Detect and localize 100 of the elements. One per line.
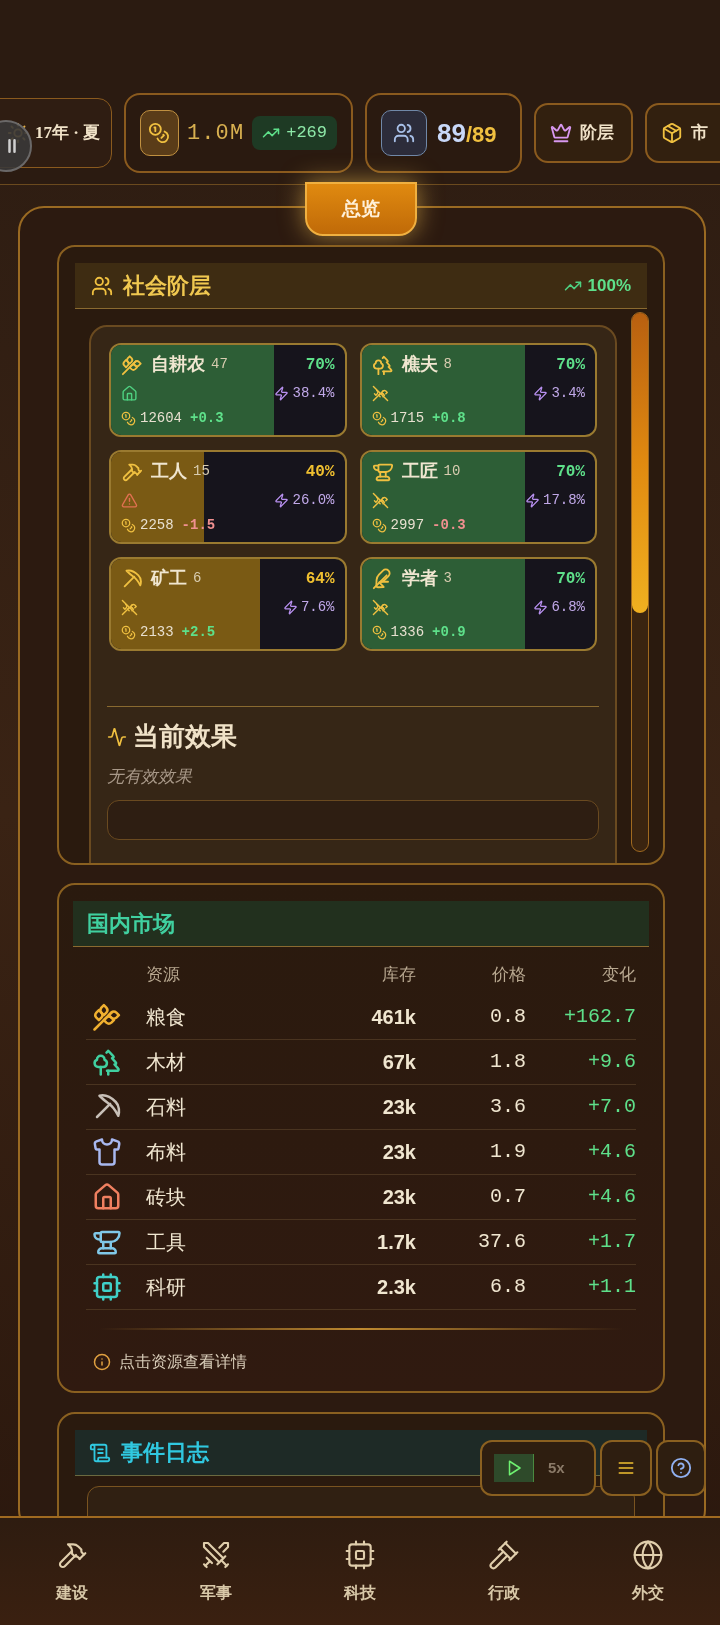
influence-percent: 6.8% <box>551 597 585 617</box>
class-card[interactable]: 学者 3 70% 6.8% 1336 +0.9 <box>359 557 597 651</box>
help-icon <box>670 1457 692 1479</box>
speed-label: 5x <box>548 1457 565 1478</box>
resource-name: 石料 <box>146 1095 187 1120</box>
nav-tab[interactable]: 建设 <box>27 1532 117 1611</box>
influence-percent: 7.6% <box>300 597 335 617</box>
wheat-icon <box>92 1002 122 1032</box>
class-card[interactable]: 工匠 10 70% 17.8% 2997 -0.3 <box>359 450 597 544</box>
influence-percent: 3.4% <box>551 383 585 403</box>
income-text: +269 <box>286 122 327 145</box>
nav-button[interactable]: 阶层 <box>534 103 633 163</box>
nav-tab[interactable]: 行政 <box>459 1532 549 1611</box>
column-header: 库存 <box>381 964 416 987</box>
lightning-icon <box>533 385 549 401</box>
column-header: 变化 <box>601 964 636 987</box>
market-row[interactable]: 科研 2.3k 6.8 +1.1 <box>86 1265 636 1310</box>
section-title: 社会阶层 <box>123 272 211 300</box>
market-row[interactable]: 布料 23k 1.9 +4.6 <box>86 1130 636 1175</box>
wealth-change: +0.9 <box>432 623 466 642</box>
nav-tab[interactable]: 军事 <box>171 1532 261 1611</box>
shirt-icon <box>92 1137 122 1167</box>
help-button[interactable] <box>656 1440 706 1496</box>
class-name: 矿工 <box>151 567 187 590</box>
class-card[interactable]: 樵夫 8 70% 3.4% 1715 +0.8 <box>359 343 597 437</box>
trees-icon <box>371 353 394 376</box>
approval-percent: 64% <box>305 568 335 590</box>
stock-value: 23k <box>381 1140 416 1165</box>
resource-name: 工具 <box>146 1230 187 1255</box>
price-value: 3.6 <box>489 1094 526 1120</box>
globe-icon <box>632 1538 664 1571</box>
coins-icon <box>371 518 387 533</box>
class-count: 47 <box>211 355 228 374</box>
class-count: 8 <box>443 355 452 374</box>
market-row[interactable]: 木材 67k 1.8 +9.6 <box>86 1040 636 1085</box>
coins-icon <box>371 625 387 640</box>
market-row[interactable]: 工具 1.7k 37.6 +1.7 <box>86 1220 636 1265</box>
play-button[interactable] <box>494 1454 534 1482</box>
approval-percent: 40% <box>305 461 335 483</box>
scrollbar-thumb[interactable] <box>632 313 648 613</box>
approval-percent: 70% <box>305 354 335 376</box>
users-icon <box>393 122 415 144</box>
stock-value: 461k <box>370 1005 416 1030</box>
chip-icon <box>344 1538 376 1571</box>
trees-icon <box>92 1047 122 1077</box>
wealth-change: -0.3 <box>432 516 466 535</box>
coins-icon <box>121 518 136 533</box>
pulse-icon <box>107 726 127 747</box>
wealth-value: 2258 <box>140 516 174 535</box>
approval-total: 100% <box>587 274 631 297</box>
population-capacity: /89 <box>465 120 497 149</box>
lightning-icon <box>274 385 290 401</box>
price-value: 1.8 <box>489 1049 526 1075</box>
approval-percent: 70% <box>556 354 585 376</box>
column-header: 资源 <box>146 964 181 987</box>
change-value: +1.7 <box>587 1229 636 1255</box>
section-title: 国内市场 <box>87 910 175 938</box>
influence-percent: 17.8% <box>543 490 585 510</box>
price-value: 0.8 <box>489 1004 526 1030</box>
influence-percent: 38.4% <box>292 383 335 403</box>
feather-icon <box>371 567 394 590</box>
class-count: 6 <box>193 569 202 588</box>
market-row[interactable]: 粮食 461k 0.8 +162.7 <box>86 995 636 1040</box>
resource-name: 木材 <box>146 1050 187 1075</box>
nav-button[interactable]: 市 <box>645 103 720 163</box>
resource-name: 布料 <box>146 1140 187 1165</box>
resource-name: 粮食 <box>146 1005 187 1030</box>
treasury-amount: 1.0M <box>186 119 245 148</box>
wealth-value: 2997 <box>390 516 425 535</box>
effects-title: 当前效果 <box>133 721 237 753</box>
class-card[interactable]: 矿工 6 64% 7.6% 2133 +2.5 <box>109 557 347 651</box>
price-value: 6.8 <box>489 1274 526 1300</box>
stock-value: 23k <box>381 1095 416 1120</box>
hint-text: 点击资源查看详情 <box>119 1352 247 1372</box>
date-text: 17年 · 夏 <box>35 122 101 145</box>
wealth-change: +0.8 <box>432 409 466 428</box>
box-icon <box>661 122 683 144</box>
stock-value: 1.7k <box>376 1230 416 1255</box>
influence-percent: 26.0% <box>292 490 335 510</box>
class-name: 学者 <box>401 567 438 590</box>
nav-tab[interactable]: 科技 <box>315 1532 405 1611</box>
approval-percent: 70% <box>556 568 585 590</box>
menu-button[interactable] <box>600 1440 652 1496</box>
nav-tab[interactable]: 外交 <box>603 1532 693 1611</box>
chip-icon <box>92 1272 122 1302</box>
class-card[interactable]: 自耕农 47 70% 38.4% 12604 +0.3 <box>109 343 347 437</box>
wealth-change: +2.5 <box>181 623 216 642</box>
change-value: +1.1 <box>587 1274 636 1300</box>
stock-value: 23k <box>381 1185 416 1210</box>
change-value: +4.6 <box>587 1184 636 1210</box>
market-row[interactable]: 石料 23k 3.6 +7.0 <box>86 1085 636 1130</box>
wheat-icon <box>121 353 143 376</box>
section-title: 事件日志 <box>121 1439 209 1467</box>
wealth-value: 1336 <box>390 623 425 642</box>
wealth-change: +0.3 <box>190 409 224 428</box>
market-row[interactable]: 砖块 23k 0.7 +4.6 <box>86 1175 636 1220</box>
change-value: +162.7 <box>563 1004 636 1030</box>
change-value: +9.6 <box>587 1049 636 1075</box>
price-value: 37.6 <box>477 1229 526 1255</box>
change-value: +7.0 <box>587 1094 636 1120</box>
